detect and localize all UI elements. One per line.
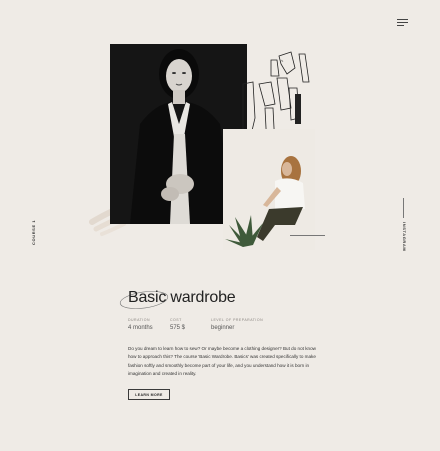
duration-info: DURATION 4 months [128, 318, 153, 331]
instagram-link[interactable]: INSTAGRAM [402, 222, 407, 251]
model-seated-photo [223, 129, 315, 250]
course-description: Do you dream to learn how to sew? Or may… [128, 346, 316, 377]
course-title: Basic wardrobe [128, 289, 236, 306]
level-info: LEVEL OF PREPARATION beginner [211, 318, 263, 331]
course-number-label: COURSE 1 [31, 219, 36, 245]
photo-accent-line [290, 235, 325, 236]
cost-value: 575 $ [170, 325, 186, 331]
instagram-divider [403, 198, 404, 218]
duration-value: 4 months [128, 325, 153, 331]
cost-label: COST [170, 318, 182, 322]
level-value: beginner [211, 325, 235, 331]
cost-info: COST 575 $ [170, 318, 185, 331]
svg-text:✎: ✎ [281, 59, 284, 63]
learn-more-button[interactable]: LEARN MORE [128, 389, 170, 400]
duration-label: DURATION [128, 318, 151, 322]
hamburger-menu-icon[interactable] [397, 19, 408, 28]
level-label: LEVEL OF PREPARATION [211, 318, 264, 322]
course-title-block: Basic wardrobe [118, 285, 258, 313]
